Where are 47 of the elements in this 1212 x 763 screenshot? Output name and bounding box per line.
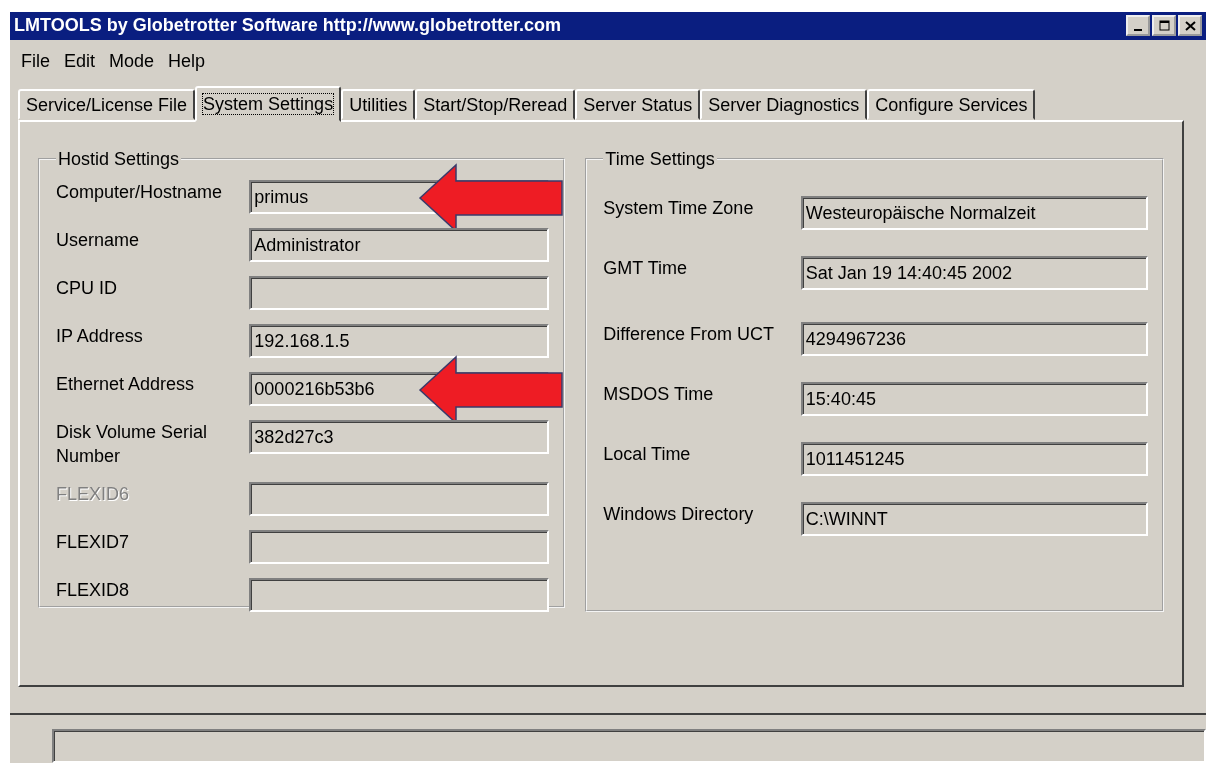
tab[interactable]: Start/Stop/Reread [415,89,576,121]
maximize-icon [1158,20,1170,32]
group-title: Hostid Settings [57,150,181,169]
field-label: FLEXID6 [56,483,131,507]
field-label: Username [56,229,141,253]
field-label: Windows Directory [603,503,755,527]
field-label: GMT Time [603,257,688,281]
tab[interactable]: Configure Services [867,89,1036,121]
tab[interactable]: Service/License File [18,89,196,121]
field-label: IP Address [56,325,144,349]
window-title: LMTOOLS by Globetrotter Software http://www.globetrotter.com [14,14,561,38]
text-field[interactable] [249,530,550,565]
text-field[interactable] [249,578,550,613]
text-field[interactable]: 382d27c3 [249,420,550,455]
menu-item[interactable]: Mode [102,47,162,75]
field-label: MSDOS Time [603,383,715,407]
tab[interactable]: Server Diagnostics [700,89,868,121]
field-label: System Time Zone [603,197,755,221]
tab[interactable]: Server Status [575,89,701,121]
text-field[interactable]: C:\WINNT [800,502,1148,537]
tab[interactable]: System Settings [195,86,342,123]
menu-item[interactable]: File [14,47,57,75]
field-label: Difference From UCT [603,323,776,347]
field-label: FLEXID8 [56,579,131,603]
field-label: Ethernet Address [56,373,196,397]
text-field[interactable]: Administrator [249,228,550,263]
field-label: CPU ID [56,277,118,301]
field-label: Disk Volume Serial Number [56,421,209,469]
minimize-button[interactable] [1126,15,1150,37]
field-label: FLEXID7 [56,531,131,555]
tab[interactable]: Utilities [341,89,416,121]
text-field[interactable]: 1011451245 [800,442,1148,477]
group-title: Time Settings [604,150,716,169]
maximize-button[interactable] [1152,15,1176,37]
text-field[interactable]: Sat Jan 19 14:40:45 2002 [800,256,1148,291]
close-icon [1184,20,1196,31]
text-field[interactable] [249,276,550,311]
menu-item[interactable]: Help [161,47,213,75]
field-label: Local Time [603,443,692,467]
minimize-icon [1134,28,1142,31]
text-field[interactable]: Westeuropäische Normalzeit [800,196,1148,231]
text-field[interactable]: 192.168.1.5 [249,324,550,359]
text-field[interactable]: 15:40:45 [800,382,1148,417]
menu-item[interactable]: Edit [57,47,103,75]
close-button[interactable] [1178,15,1202,37]
field-label: Computer/Hostname [56,181,224,205]
text-field[interactable]: 4294967236 [800,322,1148,357]
